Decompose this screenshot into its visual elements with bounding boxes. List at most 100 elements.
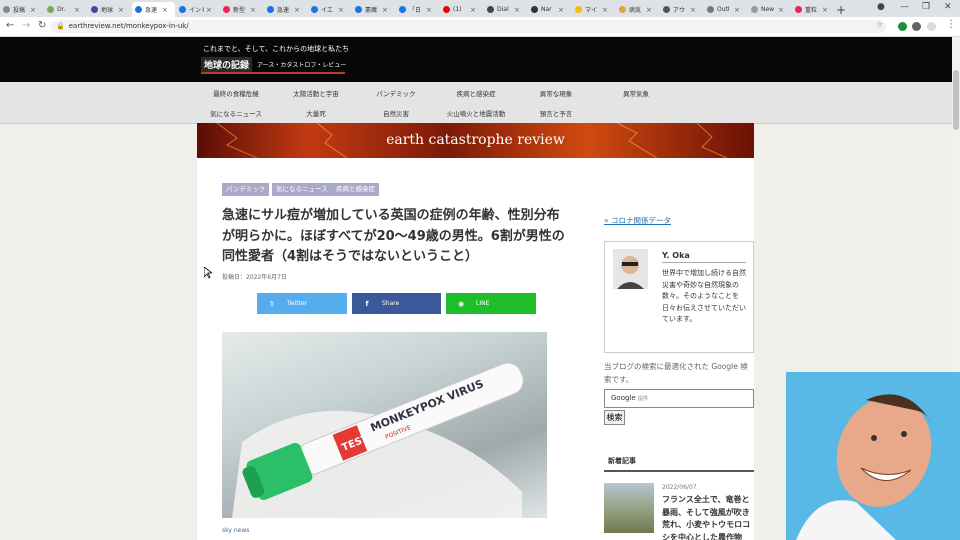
category-tag-news[interactable]: 気になるニュース xyxy=(272,183,332,196)
tab-close-icon[interactable]: × xyxy=(426,6,432,14)
tab-favicon-icon xyxy=(795,6,802,13)
author-name: Y. Oka xyxy=(662,251,690,260)
tab-close-icon[interactable]: × xyxy=(558,6,564,14)
menu-item[interactable]: 太陽活動と宇宙 xyxy=(276,88,356,98)
tab-close-icon[interactable]: × xyxy=(74,6,80,14)
tab-label: イエ xyxy=(321,7,333,14)
menu-item[interactable]: 異常な現象 xyxy=(516,88,596,98)
tab-close-icon[interactable]: × xyxy=(382,6,388,14)
google-logo-text: Google xyxy=(611,394,636,402)
reload-icon[interactable]: ↻ xyxy=(38,20,46,31)
banner-text: earth catastrophe review xyxy=(386,132,565,148)
menu-item[interactable]: パンデミック xyxy=(356,88,436,98)
tab-close-icon[interactable]: × xyxy=(118,6,124,14)
browser-tab[interactable]: Dial × xyxy=(484,2,527,17)
site-banner[interactable]: earth catastrophe review xyxy=(197,123,754,158)
tab-close-icon[interactable]: × xyxy=(470,6,476,14)
browser-tab[interactable]: アウ × xyxy=(660,2,703,17)
profile-avatar[interactable] xyxy=(927,22,936,31)
author-avatar xyxy=(613,249,648,289)
browser-tab[interactable]: 急速 × xyxy=(132,2,175,17)
browser-tab[interactable]: 投稿 × xyxy=(0,2,43,17)
google-search-note: 当ブログの検索に最適化された Google 検索です。 xyxy=(604,362,748,384)
category-tag-pandemic[interactable]: パンデミック xyxy=(222,183,270,196)
browser-tab[interactable]: New Tab× xyxy=(748,2,791,17)
menu-item[interactable]: 大量死 xyxy=(276,108,356,118)
browser-tab[interactable]: 急速 × xyxy=(264,2,307,17)
tab-close-icon[interactable]: × xyxy=(338,6,344,14)
extensions-puzzle-icon[interactable] xyxy=(912,22,921,31)
browser-tab[interactable]: 悪魔 × xyxy=(352,2,395,17)
tab-close-icon[interactable]: × xyxy=(646,6,652,14)
tab-close-icon[interactable]: × xyxy=(206,6,212,14)
tab-favicon-icon xyxy=(707,6,714,13)
line-share-button[interactable]: ◉ LINE xyxy=(446,293,536,314)
menu-item[interactable]: 火山噴火と地震活動 xyxy=(436,108,516,118)
minimize-button[interactable]: — xyxy=(900,2,909,12)
browser-tab[interactable]: Outl × xyxy=(704,2,747,17)
browser-tab[interactable]: イエ × xyxy=(308,2,351,17)
site-logo[interactable]: 地球の記録 アース・カタストロフ・レビュー xyxy=(201,56,347,72)
recent-post-thumbnail[interactable] xyxy=(604,483,654,533)
recent-post-title[interactable]: フランス全土で、竜巻と暴雨、そして強風が吹き荒れ、小麦やトウモロコシを中心とした… xyxy=(662,494,754,540)
covid-data-link[interactable]: » コロナ関係データ xyxy=(604,215,671,226)
browser-tab[interactable]: Nar × xyxy=(528,2,571,17)
tab-close-icon[interactable]: × xyxy=(162,6,168,14)
twitter-icon: 𝕥 xyxy=(270,299,274,308)
tab-favicon-icon xyxy=(179,6,186,13)
facebook-icon: f xyxy=(365,299,369,308)
image-caption[interactable]: sky news xyxy=(222,527,249,534)
browser-tab[interactable]: マイ × xyxy=(572,2,615,17)
url-text: earthreview.net/monkeypox-in-uk/ xyxy=(68,22,189,30)
tab-favicon-icon xyxy=(443,6,450,13)
tab-close-icon[interactable]: × xyxy=(822,6,828,14)
maximize-button[interactable]: ❐ xyxy=(922,2,930,12)
tab-close-icon[interactable]: × xyxy=(250,6,256,14)
browser-tab[interactable]: 病気 × xyxy=(616,2,659,17)
search-button[interactable]: 検索 xyxy=(604,410,625,425)
tab-close-icon[interactable]: × xyxy=(294,6,300,14)
tab-close-icon[interactable]: × xyxy=(690,6,696,14)
tab-close-icon[interactable]: × xyxy=(778,6,784,14)
menu-item[interactable]: 最終の食糧危機 xyxy=(196,88,276,98)
logo-subtitle: アース・カタストロフ・レビュー xyxy=(257,61,347,69)
menu-item[interactable]: 異常気象 xyxy=(596,88,676,98)
tab-label: Outl xyxy=(717,6,730,13)
browser-tab[interactable]: 重粒 × xyxy=(792,2,835,17)
tab-close-icon[interactable]: × xyxy=(514,6,520,14)
recent-posts-divider xyxy=(604,470,754,472)
lock-icon: 🔒 xyxy=(56,22,65,30)
browser-tab[interactable]: インド× xyxy=(176,2,219,17)
new-tab-button[interactable]: + xyxy=(836,3,846,17)
scrollbar-thumb[interactable] xyxy=(953,70,959,130)
google-search-input[interactable]: Google 提供 xyxy=(604,389,754,408)
facebook-share-button[interactable]: f Share xyxy=(352,293,441,314)
menu-kebab-icon[interactable]: ⋮ xyxy=(946,19,956,30)
tab-label: アウ xyxy=(673,7,686,14)
browser-tab[interactable]: 「日 × xyxy=(396,2,439,17)
forward-icon[interactable]: → xyxy=(22,20,30,31)
tab-close-icon[interactable]: × xyxy=(734,6,740,14)
tab-close-icon[interactable]: × xyxy=(602,6,608,14)
menu-item[interactable]: 預言と予言 xyxy=(516,108,596,118)
profile-dot-icon[interactable]: ● xyxy=(877,2,885,12)
menu-item[interactable]: 疾病と感染症 xyxy=(436,88,516,98)
twitter-share-button[interactable]: 𝕥 Twitter xyxy=(257,293,347,314)
tab-favicon-icon xyxy=(751,6,758,13)
menu-item[interactable]: 自然災害 xyxy=(356,108,436,118)
tab-favicon-icon xyxy=(487,6,494,13)
back-icon[interactable]: ← xyxy=(6,20,14,31)
bookmark-star-icon[interactable]: ☆ xyxy=(876,20,883,29)
tab-label: 急速 xyxy=(145,7,158,14)
close-window-button[interactable]: ✕ xyxy=(944,2,952,12)
menu-item[interactable]: 気になるニュース xyxy=(196,108,276,118)
site-header xyxy=(0,37,960,82)
browser-tab[interactable]: Dr. × xyxy=(44,2,87,17)
browser-tab[interactable]: 地球 × xyxy=(88,2,131,17)
browser-tab[interactable]: 新型 × xyxy=(220,2,263,17)
tab-close-icon[interactable]: × xyxy=(30,6,36,14)
extension-icon[interactable] xyxy=(898,22,907,31)
category-tag-disease[interactable]: 疾病と感染症 xyxy=(332,183,379,196)
url-field[interactable]: 🔒 earthreview.net/monkeypox-in-uk/ xyxy=(50,20,886,33)
browser-tab[interactable]: (1) × xyxy=(440,2,483,17)
